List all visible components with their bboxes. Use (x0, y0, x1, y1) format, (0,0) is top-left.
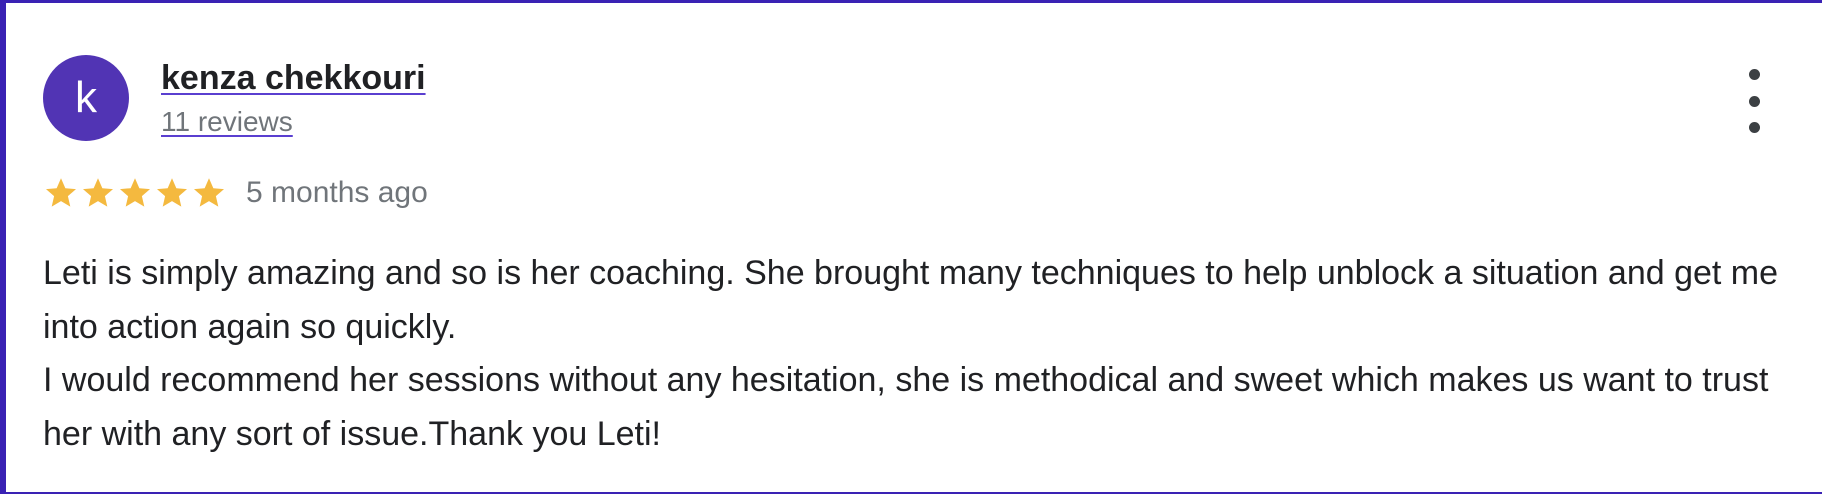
author-reviews-link[interactable]: 11 reviews (161, 105, 426, 139)
avatar-initial: k (75, 73, 97, 122)
review-paragraph: Leti is simply amazing and so is her coa… (43, 254, 1779, 346)
more-vert-icon-dot (1748, 95, 1760, 107)
review-body: Leti is simply amazing and so is her coa… (43, 247, 1803, 461)
review-header: k kenza chekkouri 11 reviews (43, 55, 426, 141)
star-rating (43, 175, 228, 211)
review-card: k kenza chekkouri 11 reviews 5 months ag… (0, 0, 1822, 494)
more-vert-icon-dot (1748, 122, 1760, 133)
star-icon (80, 175, 116, 211)
avatar[interactable]: k (43, 55, 129, 141)
review-date: 5 months ago (246, 176, 428, 209)
star-icon (154, 175, 190, 211)
star-icon (43, 175, 79, 211)
star-icon (117, 175, 153, 211)
author-name-link[interactable]: kenza chekkouri (161, 58, 426, 99)
more-vert-icon-dot (1748, 69, 1760, 80)
star-icon (191, 175, 227, 211)
rating-row: 5 months ago (43, 175, 428, 211)
more-options-button[interactable] (1736, 69, 1772, 133)
author-info: kenza chekkouri 11 reviews (161, 58, 426, 138)
review-paragraph: I would recommend her sessions without a… (43, 361, 1769, 453)
